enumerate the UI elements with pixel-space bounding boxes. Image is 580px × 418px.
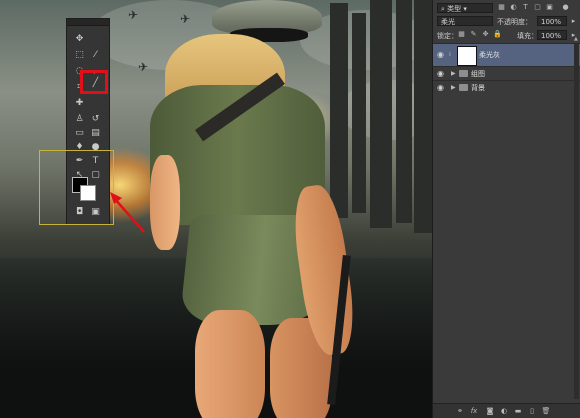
red-arrow-icon (110, 192, 145, 233)
left-leg (195, 310, 265, 418)
opacity-dropdown-icon[interactable]: ▸ (569, 17, 578, 26)
visibility-eye-icon[interactable]: ◉ (437, 67, 444, 81)
layer-name[interactable]: 组图 (471, 67, 485, 81)
move-icon[interactable]: ✥ (72, 33, 87, 45)
fill-value: 100% (541, 32, 562, 40)
folder-icon (459, 70, 468, 77)
layer-name[interactable]: 背景 (471, 81, 485, 95)
lock-transparent-icon[interactable]: ▦ (457, 30, 466, 39)
expand-triangle-icon[interactable]: ▶ (451, 67, 456, 81)
layer-row-selected[interactable]: ◉ ⁞ 柔光灰 (433, 43, 580, 66)
fill-input[interactable]: 100% (537, 30, 567, 40)
blend-mode-dropdown[interactable]: 柔光 (437, 16, 493, 26)
stamp-icon[interactable]: ♙ (72, 113, 87, 125)
filter-toggle-icon[interactable]: ● (561, 3, 570, 12)
city-building (352, 13, 366, 213)
history-brush-icon[interactable]: ↺ (88, 113, 103, 125)
expand-triangle-icon[interactable]: ▶ (451, 81, 456, 95)
magic-wand-icon[interactable]: ⁄ (88, 49, 103, 61)
layer-row[interactable]: ◉ ▶ 背景 (433, 80, 580, 95)
fill-label: 填充： (517, 32, 538, 40)
link-icon: ⁞ (449, 51, 451, 58)
layers-scrollbar[interactable] (574, 44, 579, 399)
smart-filter-icon[interactable]: ▣ (545, 3, 554, 12)
type-filter-icon[interactable]: T (521, 3, 530, 12)
eraser-icon[interactable]: ▭ (72, 127, 87, 139)
adjustment-icon[interactable]: ◐ (499, 406, 509, 416)
marquee-icon[interactable]: ⬚ (72, 49, 87, 61)
city-building (414, 0, 434, 233)
gradient-icon[interactable]: ▤ (88, 127, 103, 139)
left-arm (150, 155, 180, 250)
lock-all-icon[interactable]: 🔒 (493, 30, 502, 39)
fx-icon[interactable]: fx (469, 406, 479, 416)
layer-thumbnail (457, 46, 477, 66)
lock-position-icon[interactable]: ✥ (481, 30, 490, 39)
aircraft: ✈ (128, 8, 139, 22)
city-building (396, 0, 412, 223)
city-building (370, 0, 392, 228)
lock-image-icon[interactable]: ✎ (469, 30, 478, 39)
scroll-up-arrow-icon[interactable]: ▲ (574, 36, 579, 42)
group-icon[interactable]: ▬ (513, 406, 523, 416)
panel-grip[interactable] (67, 19, 109, 26)
layer-row[interactable]: ◉ ▶ 组图 (433, 66, 580, 81)
visibility-eye-icon[interactable]: ◉ (437, 81, 444, 95)
filter-kind: 类型 (447, 5, 462, 13)
opacity-input[interactable]: 100% (537, 16, 567, 26)
layers-panel: ⌕ 类型 ▾ ▦ ◐ T ▢ ▣ ● 柔光 不透明度： 100% ▸ 锁定： ▦… (432, 0, 580, 418)
aircraft: ✈ (138, 60, 149, 74)
opacity-label: 不透明度： (497, 18, 532, 26)
aircraft: ✈ (180, 12, 191, 26)
blend-mode-value: 柔光 (441, 18, 455, 26)
trash-icon[interactable]: 🗑 (541, 406, 551, 416)
link-icon[interactable]: ⚭ (455, 406, 465, 416)
adjustment-filter-icon[interactable]: ◐ (509, 3, 518, 12)
layer-name[interactable]: 柔光灰 (479, 44, 500, 66)
new-layer-icon[interactable]: ▯ (527, 406, 537, 416)
visibility-eye-icon[interactable]: ◉ (437, 44, 444, 66)
shape-filter-icon[interactable]: ▢ (533, 3, 542, 12)
pixel-filter-icon[interactable]: ▦ (497, 3, 506, 12)
layers-footer: ⚭ fx ◙ ◐ ▬ ▯ 🗑 (433, 403, 580, 418)
folder-icon (459, 84, 468, 91)
opacity-value: 100% (541, 18, 562, 26)
city-building (330, 3, 348, 218)
lock-label: 锁定： (437, 32, 458, 40)
layer-filter-dropdown[interactable]: ⌕ 类型 ▾ (437, 3, 493, 13)
color-area-frame (39, 150, 114, 225)
healing-icon[interactable]: ✚ (72, 97, 87, 109)
mask-icon[interactable]: ◙ (485, 406, 495, 416)
brush-tool-highlight (80, 70, 108, 94)
